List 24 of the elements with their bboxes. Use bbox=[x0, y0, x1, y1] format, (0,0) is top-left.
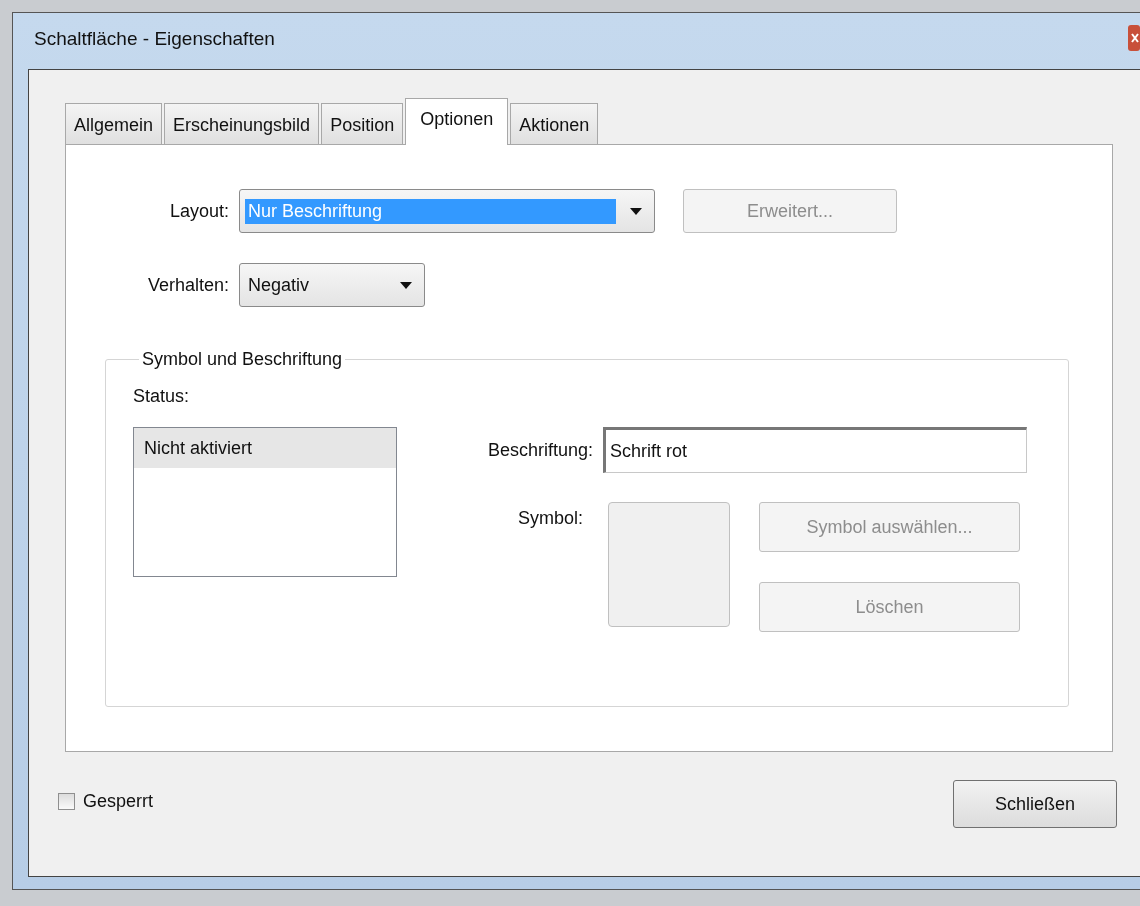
field-label: Beschriftung: bbox=[486, 439, 593, 461]
status-label: Status: bbox=[133, 386, 191, 407]
tab[interactable]: Optionen bbox=[405, 98, 509, 145]
tab[interactable]: Position bbox=[321, 103, 404, 144]
field-label: Verhalten: bbox=[146, 274, 229, 296]
tab[interactable]: Erscheinungsbild bbox=[164, 103, 320, 144]
checkbox[interactable] bbox=[58, 792, 75, 810]
caption-field[interactable]: Schrift rot bbox=[603, 427, 1027, 473]
window-title: Schaltfläche - Eigenschaften bbox=[34, 28, 275, 50]
close-icon[interactable] bbox=[1128, 25, 1140, 51]
caret-icon bbox=[400, 281, 412, 289]
tab[interactable]: Allgemein bbox=[65, 103, 163, 144]
close-button[interactable]: Schließen bbox=[953, 780, 1117, 828]
list-item[interactable]: Nicht aktiviert bbox=[134, 428, 396, 468]
dropdown-value: Nur Beschriftung bbox=[245, 198, 616, 224]
checkbox-label[interactable]: Gesperrt bbox=[83, 790, 154, 812]
dropdown-value: Negativ bbox=[247, 273, 311, 297]
group-title: Symbol und Beschriftung bbox=[141, 349, 344, 370]
tab[interactable]: Aktionen bbox=[510, 103, 599, 144]
caret-icon bbox=[630, 207, 642, 215]
field-label: Symbol: bbox=[516, 508, 583, 529]
status-list[interactable]: Nicht aktiviert bbox=[133, 427, 397, 577]
behavior-dropdown[interactable]: Negativ bbox=[239, 263, 425, 307]
field-label: Layout: bbox=[168, 200, 229, 222]
